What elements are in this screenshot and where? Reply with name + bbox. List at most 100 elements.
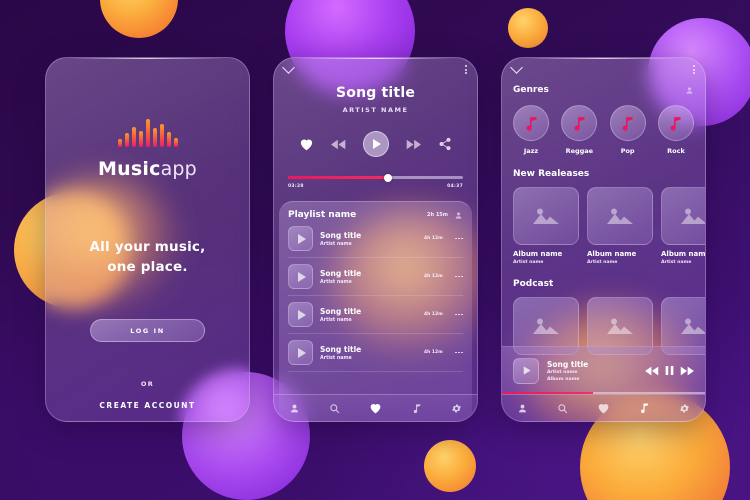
playlist-row-4[interactable]: Song title Artist name 4h 12m <box>288 334 463 372</box>
nav-gear-icon[interactable] <box>679 403 690 414</box>
player-controls <box>274 131 477 157</box>
mini-player: Song title Artist name Album name <box>502 346 705 394</box>
playlist-row-1[interactable]: Song title Artist name 4h 12m <box>288 220 463 258</box>
image-placeholder-icon <box>587 187 653 245</box>
playlist-name: Playlist name <box>288 210 357 220</box>
album-artist: Artist name <box>587 260 618 265</box>
nav-profile-icon[interactable] <box>289 403 300 414</box>
genre-item-rock[interactable]: Rock <box>657 105 694 155</box>
nav-search-icon[interactable] <box>329 403 340 414</box>
playback-progress[interactable]: 03:28 04:37 <box>288 173 463 189</box>
fast-forward-icon[interactable] <box>680 366 694 376</box>
nav-heart-icon[interactable] <box>597 402 610 414</box>
more-horizontal-icon[interactable] <box>454 313 463 316</box>
bottom-nav-player <box>274 394 477 421</box>
person-icon[interactable] <box>454 211 463 220</box>
nav-heart-icon[interactable] <box>369 402 382 414</box>
song-title: Song title <box>320 268 362 278</box>
decor-blob-orange-top <box>100 0 178 38</box>
nav-music-note-icon[interactable] <box>412 403 422 414</box>
nav-search-icon[interactable] <box>557 403 568 414</box>
song-length: 4h 12m <box>423 274 443 279</box>
now-playing-artist: ARTIST NAME <box>342 106 409 114</box>
genre-label: Reggae <box>565 147 594 155</box>
more-horizontal-icon[interactable] <box>454 237 463 240</box>
more-vertical-icon[interactable] <box>693 65 695 74</box>
screen-player: Song title ARTIST NAME 03:28 04:37 Playl… <box>273 57 478 422</box>
progress-track[interactable] <box>288 173 463 182</box>
new-releases-list: Album name Artist name Album name Artist… <box>513 187 705 265</box>
play-icon[interactable] <box>513 357 539 384</box>
mini-song-album: Album name <box>547 376 580 382</box>
mini-song-artist: Artist name <box>547 370 578 375</box>
waveform-icon <box>117 113 178 147</box>
song-length: 4h 12m <box>423 350 443 355</box>
song-title: Song title <box>320 306 362 316</box>
song-length: 4h 12m <box>423 312 443 317</box>
share-icon[interactable] <box>438 137 452 151</box>
album-artist: Artist name <box>513 260 544 265</box>
album-card[interactable]: Album name Artist name <box>587 187 653 265</box>
album-card[interactable]: Album name Artist name <box>513 187 579 265</box>
tagline: All your music, one place. <box>90 238 206 277</box>
album-name: Album name <box>513 250 563 258</box>
progress-knob[interactable] <box>383 173 392 182</box>
brand-light: app <box>160 158 197 180</box>
song-title: Song title <box>320 344 362 354</box>
chevron-down-icon[interactable] <box>282 61 295 74</box>
create-account-link[interactable]: CREATE ACCOUNT <box>99 401 195 410</box>
mini-player-controls <box>645 365 694 376</box>
rewind-icon[interactable] <box>645 366 659 376</box>
decor-blob-orange-bottom <box>424 440 476 492</box>
rewind-icon[interactable] <box>331 139 346 150</box>
genre-item-pop[interactable]: Pop <box>609 105 646 155</box>
decor-blob-orange-mid <box>508 8 548 48</box>
song-title: Song title <box>320 230 362 240</box>
playlist-row-2[interactable]: Song title Artist name 4h 12m <box>288 258 463 296</box>
song-artist: Artist name <box>320 241 352 247</box>
song-artist: Artist name <box>320 279 352 285</box>
mini-song-title: Song title <box>547 359 589 369</box>
playlist-header: Playlist name 2h 15m <box>288 210 463 220</box>
nav-music-note-icon[interactable] <box>639 402 650 414</box>
more-horizontal-icon[interactable] <box>454 351 463 354</box>
now-playing-title: Song title <box>335 85 416 101</box>
playlist-duration: 2h 15m <box>427 212 448 218</box>
nav-profile-icon[interactable] <box>517 403 528 414</box>
heart-icon[interactable] <box>299 137 314 151</box>
song-length: 4h 12m <box>423 236 443 241</box>
image-placeholder-icon <box>513 187 579 245</box>
music-note-icon <box>513 105 549 141</box>
person-icon[interactable] <box>685 86 694 95</box>
more-horizontal-icon[interactable] <box>454 275 463 278</box>
genre-item-jazz[interactable]: Jazz <box>513 105 549 155</box>
song-artist: Artist name <box>320 317 352 323</box>
nav-gear-icon[interactable] <box>451 403 462 414</box>
chevron-down-icon[interactable] <box>510 61 523 74</box>
new-releases-title: New Realeases <box>513 169 590 179</box>
play-icon[interactable] <box>288 302 313 327</box>
fast-forward-icon[interactable] <box>406 139 421 150</box>
genres-list: Jazz Reggae Pop Rock <box>513 105 694 155</box>
pause-icon[interactable] <box>665 365 674 376</box>
playlist-row-3[interactable]: Song title Artist name 4h 12m <box>288 296 463 334</box>
music-note-icon <box>657 105 694 141</box>
play-icon[interactable] <box>288 340 313 365</box>
play-icon[interactable] <box>288 264 313 289</box>
album-card[interactable]: Album name Artist name <box>661 187 705 265</box>
genre-label: Pop <box>620 147 635 155</box>
bottom-nav-browse <box>502 394 705 421</box>
tagline-line-2: one place. <box>107 258 188 275</box>
album-name: Album name <box>587 250 637 258</box>
elapsed-time: 03:28 <box>288 184 304 189</box>
total-time: 04:37 <box>447 184 463 189</box>
more-vertical-icon[interactable] <box>465 65 467 74</box>
play-icon[interactable] <box>363 131 389 157</box>
genre-item-reggae[interactable]: Reggae <box>561 105 598 155</box>
podcast-title: Podcast <box>513 279 554 289</box>
login-button[interactable]: LOG IN <box>90 319 205 343</box>
progress-fill <box>288 176 388 179</box>
play-icon[interactable] <box>288 226 313 251</box>
genres-section-title: Genres <box>513 85 549 95</box>
playlist-panel: Playlist name 2h 15m Song title Artist n… <box>279 201 472 421</box>
